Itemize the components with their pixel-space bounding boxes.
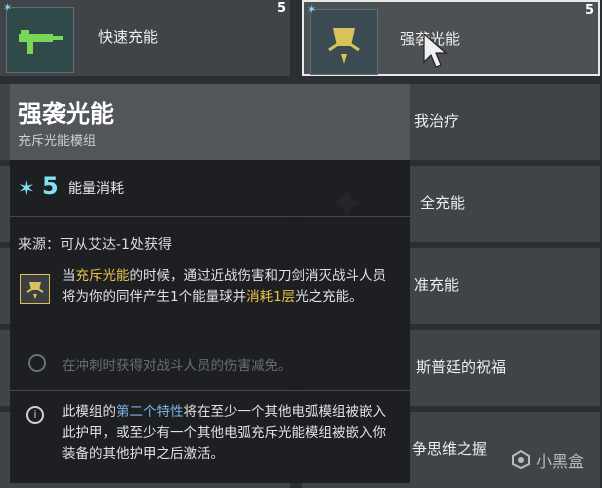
divider (10, 390, 410, 391)
perk-icon (20, 274, 50, 304)
perk-row: 当充斥光能的时候，通过近战伤害和刀剑消灭战斗人员将为你的同伴产生1个能量球并消耗… (10, 266, 410, 326)
faded-perk-row: 在冲刺时获得对战斗人员的伤害减免。 (10, 350, 410, 380)
tooltip-title: 强袭光能 (18, 100, 114, 128)
energy-cost-row: ✶ 5 能量消耗 (10, 172, 410, 212)
disabled-perk-icon (28, 354, 46, 372)
divider (10, 216, 410, 217)
tooltip-subtitle: 充斥光能模组 (18, 134, 97, 149)
mod-cost: 5 (584, 3, 594, 18)
mod-slot-charged-assault[interactable]: ✶ 5 强袭光能 (302, 0, 600, 76)
mod-slot-quick-charge[interactable]: ✶ 5 快速充能 (0, 0, 290, 76)
heybox-logo-icon (512, 449, 530, 470)
mod-label: 斯普廷的祝福 (416, 358, 507, 376)
faded-perk-text: 在冲刺时获得对战斗人员的伤害减免。 (62, 358, 292, 374)
mod-label: 我治疗 (414, 112, 460, 130)
requirement-note: i 此模组的第二个特性将在至少一个其他电弧模组被嵌入此护甲，或至少有一个其他电弧… (10, 400, 410, 480)
perk-description: 当充斥光能的时候，通过近战伤害和刀剑消灭战斗人员将为你的同伴产生1个能量球并消耗… (62, 268, 386, 305)
tooltip-header: 强袭光能 充斥光能模组 (10, 84, 410, 160)
arc-energy-icon: ✶ (307, 3, 317, 16)
note-text: 此模组的第二个特性将在至少一个其他电弧模组被嵌入此护甲，或至少有一个其他电弧充斥… (62, 404, 386, 462)
mod-cost: 5 (276, 1, 286, 16)
energy-cost-value: 5 (42, 172, 59, 200)
mod-label: 全充能 (420, 194, 466, 212)
arc-energy-icon: ✶ (3, 1, 13, 14)
arc-energy-icon: ✶ (18, 176, 35, 200)
mouse-cursor-icon (423, 32, 448, 68)
quick-charge-mod-icon (6, 7, 74, 73)
mod-label: 准充能 (414, 276, 460, 294)
mod-label: 争思维之握 (412, 440, 488, 458)
mod-tooltip: 强袭光能 充斥光能模组 ✶ 5 能量消耗 来源：可从艾达-1处获得 当充斥光能的… (10, 84, 410, 483)
charged-assault-mod-icon (310, 9, 378, 75)
mod-label: 快速充能 (98, 28, 159, 46)
watermark-text: 小黑盒 (536, 452, 585, 471)
info-icon: i (26, 406, 44, 424)
energy-cost-label: 能量消耗 (68, 181, 124, 197)
